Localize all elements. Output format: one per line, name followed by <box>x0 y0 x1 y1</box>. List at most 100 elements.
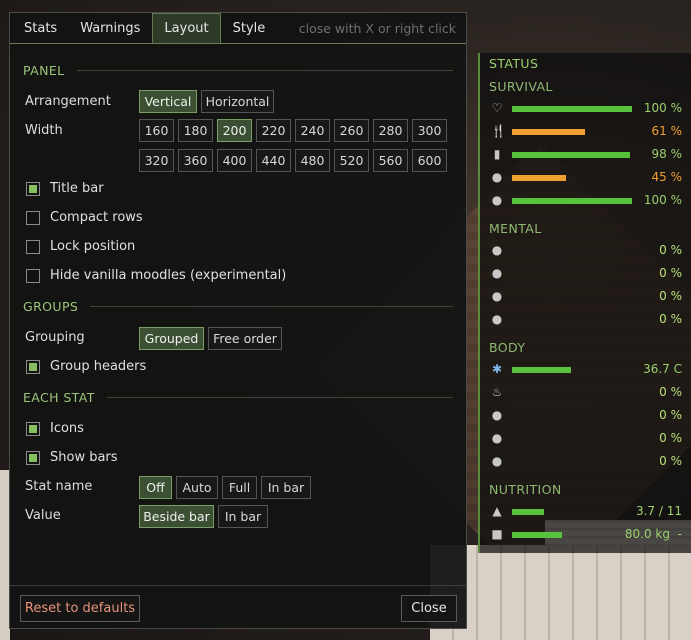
stat-name-full-button[interactable]: Full <box>222 476 257 499</box>
status-bar-fill <box>512 509 545 515</box>
tab-layout[interactable]: Layout <box>152 13 221 43</box>
status-value: 0 % <box>659 266 682 280</box>
grouping-grouped-button[interactable]: Grouped <box>139 327 204 350</box>
bored-face-icon: ● <box>491 289 503 303</box>
status-row: ● 0 % <box>488 407 688 425</box>
status-value: 61 % <box>651 124 683 138</box>
status-row: ● 100 % <box>488 192 688 210</box>
title-bar-checkbox[interactable]: Title bar <box>26 181 104 196</box>
width-option-600-button[interactable]: 600 <box>412 149 447 172</box>
checkbox-box <box>26 181 40 196</box>
grouping-free-order-button[interactable]: Free order <box>208 327 282 350</box>
grouping-label: Grouping <box>25 330 85 345</box>
status-value: 0 % <box>659 408 682 422</box>
section-panel: PANEL <box>23 63 453 78</box>
reset-defaults-button[interactable]: Reset to defaults <box>20 595 140 622</box>
checkbox-box <box>26 239 40 254</box>
status-row: ● 45 % <box>488 169 688 187</box>
status-value: 3.7 / 11 <box>635 504 682 518</box>
status-bar-fill <box>512 106 632 112</box>
width-option-320-button[interactable]: 320 <box>139 149 174 172</box>
width-option-520-button[interactable]: 520 <box>334 149 369 172</box>
status-group-nutrition-header: NUTRITION <box>489 482 562 497</box>
status-bar-track <box>512 413 632 419</box>
arrangement-vertical-button[interactable]: Vertical <box>139 90 197 113</box>
status-bar-track <box>512 175 632 181</box>
status-row: ♡ 100 % <box>488 100 688 118</box>
group-headers-checkbox[interactable]: Group headers <box>26 359 146 374</box>
value-label: Value <box>25 508 61 523</box>
close-button[interactable]: Close <box>401 595 457 622</box>
width-option-260-button[interactable]: 260 <box>334 119 369 142</box>
stat-name-in-bar-button[interactable]: In bar <box>261 476 311 499</box>
width-option-300-button[interactable]: 300 <box>412 119 447 142</box>
status-bar-track <box>512 459 632 465</box>
status-row: ● 0 % <box>488 311 688 329</box>
status-bar-track <box>512 106 632 112</box>
width-option-220-button[interactable]: 220 <box>256 119 291 142</box>
status-value: 100 % <box>643 193 682 207</box>
status-bar-track <box>512 367 632 373</box>
stat-name-auto-button[interactable]: Auto <box>176 476 218 499</box>
water-glass-icon: ▮ <box>493 147 501 161</box>
status-group-body-header: BODY <box>489 340 526 355</box>
arrangement-horizontal-button[interactable]: Horizontal <box>201 90 274 113</box>
title-bar-label: Title bar <box>50 181 104 196</box>
tab-warnings[interactable]: Warnings <box>69 13 151 43</box>
tab-stats[interactable]: Stats <box>11 13 68 43</box>
status-row: ▲ 3.7 / 11 <box>488 503 688 521</box>
pain-face-icon: ● <box>491 431 503 445</box>
group-headers-label: Group headers <box>50 359 147 374</box>
status-bar-fill <box>512 532 563 538</box>
width-option-160-button[interactable]: 160 <box>139 119 174 142</box>
brain-icon: ● <box>491 193 503 207</box>
width-option-400-button[interactable]: 400 <box>217 149 252 172</box>
status-value: 0 % <box>659 454 682 468</box>
status-bar-fill <box>512 198 632 204</box>
icons-checkbox[interactable]: Icons <box>26 421 84 436</box>
width-option-560-button[interactable]: 560 <box>373 149 408 172</box>
checkbox-box <box>26 421 40 436</box>
arrangement-label: Arrangement <box>25 94 111 109</box>
section-each-stat: EACH STAT <box>23 390 453 405</box>
status-bar-track <box>512 271 632 277</box>
value-beside-bar-button[interactable]: Beside bar <box>139 505 214 528</box>
status-bar-track <box>512 509 632 515</box>
status-group-mental-header: MENTAL <box>489 221 542 236</box>
width-option-480-button[interactable]: 480 <box>295 149 330 172</box>
show-bars-checkbox[interactable]: Show bars <box>26 450 118 465</box>
footer-divider <box>10 585 466 586</box>
width-option-180-button[interactable]: 180 <box>178 119 213 142</box>
status-value: 45 % <box>651 170 683 184</box>
width-option-240-button[interactable]: 240 <box>295 119 330 142</box>
width-option-280-button[interactable]: 280 <box>373 119 408 142</box>
fork-knife-icon: 🍴 <box>491 124 506 138</box>
compact-rows-checkbox[interactable]: Compact rows <box>26 210 143 225</box>
status-value: 0 % <box>659 431 682 445</box>
wet-icon: ♨ <box>491 385 503 399</box>
status-row: ● 0 % <box>488 453 688 471</box>
value-in-bar-button[interactable]: In bar <box>218 505 268 528</box>
width-option-360-button[interactable]: 360 <box>178 149 213 172</box>
status-row: ● 0 % <box>488 242 688 260</box>
status-bar-track <box>512 436 632 442</box>
width-option-200-button[interactable]: 200 <box>217 119 252 142</box>
tab-style[interactable]: Style <box>222 13 277 43</box>
status-row: ♨ 0 % <box>488 384 688 402</box>
status-bar-fill <box>512 129 586 135</box>
status-bar-track <box>512 294 632 300</box>
stat-name-label: Stat name <box>25 479 93 494</box>
status-bar-fill <box>512 367 571 373</box>
status-value: 80.0 kg <box>624 527 670 541</box>
status-value: 0 % <box>659 385 682 399</box>
icons-label: Icons <box>50 421 84 436</box>
status-row: ■ 80.0 kg - <box>488 526 688 544</box>
zombie-face-icon: ● <box>491 454 503 468</box>
hide-vanilla-moodles-checkbox[interactable]: Hide vanilla moodles (experimental) <box>26 268 286 283</box>
status-bar-track <box>512 248 632 254</box>
status-value: 36.7 C <box>643 362 682 376</box>
section-groups: GROUPS <box>23 299 453 314</box>
lock-position-checkbox[interactable]: Lock position <box>26 239 135 254</box>
width-option-440-button[interactable]: 440 <box>256 149 291 172</box>
stat-name-off-button[interactable]: Off <box>139 476 172 499</box>
